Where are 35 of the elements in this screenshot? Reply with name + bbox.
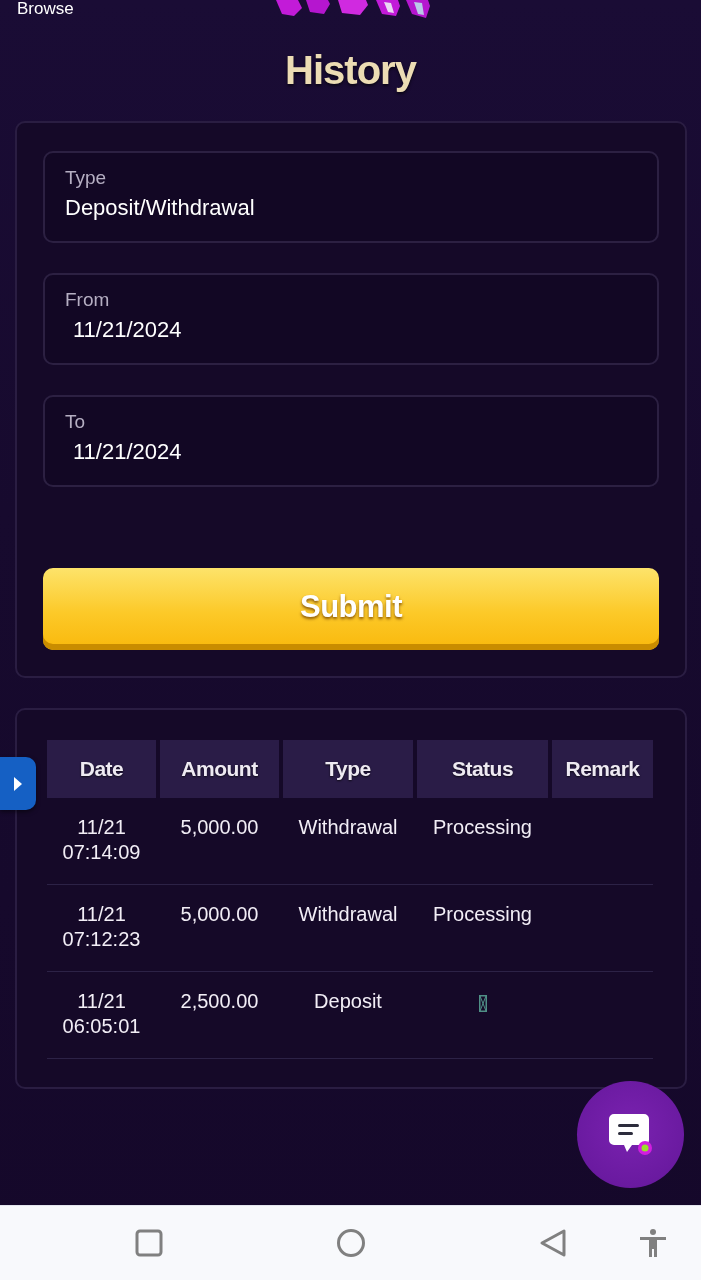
- square-icon[interactable]: [134, 1228, 164, 1258]
- table-cell: Processing: [433, 815, 532, 840]
- column-header: Type: [283, 740, 413, 798]
- table-cell: 2,500.00: [180, 989, 259, 1014]
- field-value: 11/21/2024: [73, 316, 182, 344]
- table-cell: 11/21 07:12:23: [62, 902, 141, 952]
- table-cell: 11/21 06:05:01: [62, 989, 141, 1039]
- column-header: Remark: [552, 740, 653, 798]
- table-cell: 11/21 07:14:09: [62, 815, 141, 865]
- chat-icon: [607, 1111, 654, 1158]
- select-field[interactable]: Type Deposit/Withdrawal: [43, 151, 659, 243]
- caret-icon: [13, 775, 23, 792]
- field-value: Deposit/Withdrawal: [65, 194, 255, 222]
- column-header: Status: [417, 740, 548, 798]
- column-header: Date: [47, 740, 156, 798]
- circle-icon[interactable]: [336, 1228, 366, 1258]
- browse-label: Browse: [17, 0, 74, 18]
- table-cell: Withdrawal: [298, 902, 398, 927]
- table-cell: Deposit: [314, 989, 382, 1014]
- back-icon[interactable]: [538, 1228, 568, 1258]
- field-label: To: [65, 411, 86, 433]
- field-label: From: [65, 289, 110, 311]
- accessibility-icon[interactable]: [638, 1228, 668, 1258]
- missing-glyph-icon: [478, 995, 487, 1012]
- page-title: History: [285, 47, 416, 94]
- table-cell: 5,000.00: [180, 815, 259, 840]
- table-cell: 5,000.00: [180, 902, 259, 927]
- side-tab-button[interactable]: [0, 757, 36, 810]
- date-field[interactable]: To 11/21/2024: [43, 395, 659, 487]
- field-label: Type: [65, 167, 107, 189]
- table-cell: Processing: [433, 902, 532, 927]
- field-value: 11/21/2024: [73, 438, 182, 466]
- date-field[interactable]: From 11/21/2024: [43, 273, 659, 365]
- table-cell: Withdrawal: [298, 815, 398, 840]
- column-header: Amount: [160, 740, 279, 798]
